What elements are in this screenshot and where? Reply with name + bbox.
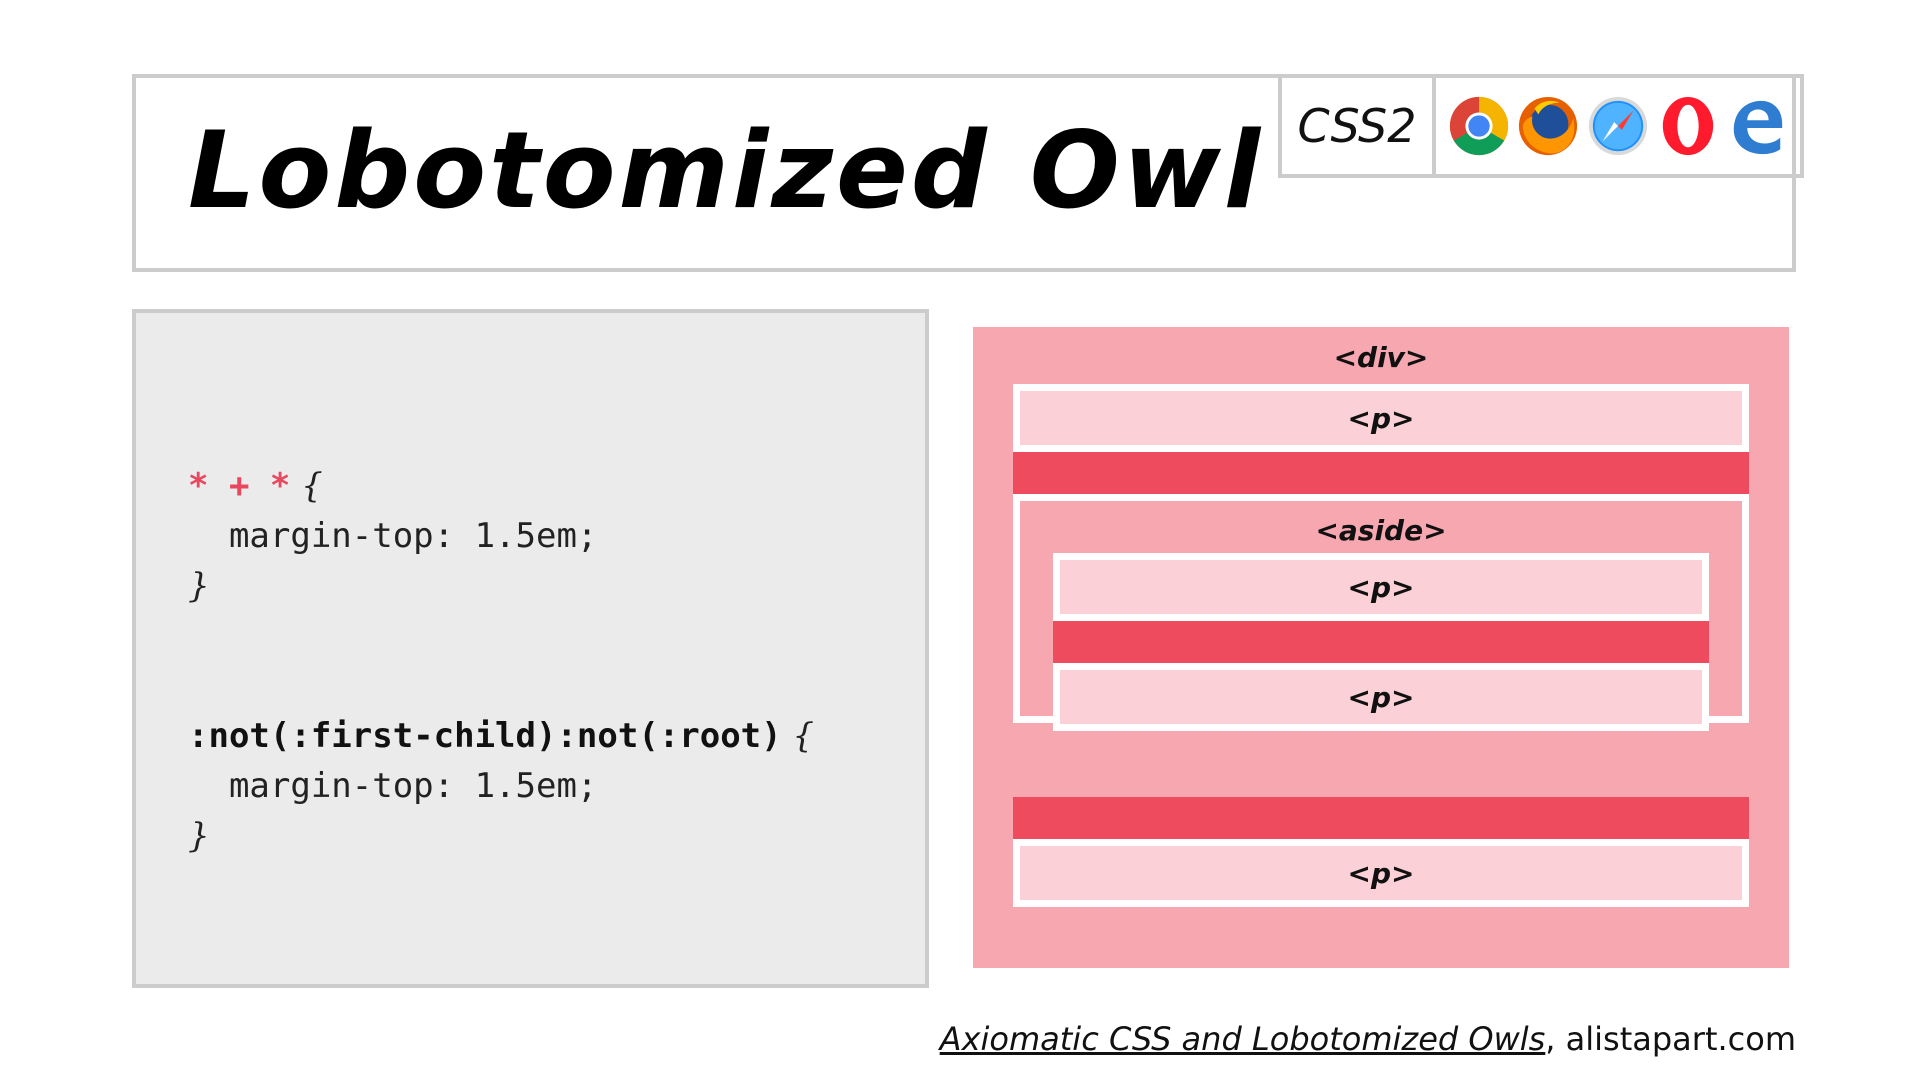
footer-citation: Axiomatic CSS and Lobotomized Owls, alis… — [940, 1020, 1796, 1058]
close-brace: } — [188, 566, 210, 606]
margin-gap-bar — [1013, 797, 1749, 839]
open-brace: { — [290, 466, 323, 506]
code-panel: * + * { margin-top: 1.5em; } :not(:first… — [132, 309, 929, 988]
safari-icon — [1587, 95, 1649, 157]
div-label: <div> — [1333, 341, 1429, 374]
margin-declaration: margin-top: 1.5em; — [188, 766, 598, 806]
page-title: Lobotomized Owl — [188, 109, 1264, 232]
aside-box: <aside> <p> <p> — [1013, 494, 1749, 731]
margin-gap-bar — [1053, 621, 1709, 663]
chrome-icon — [1448, 95, 1510, 157]
source-site: , alistapart.com — [1545, 1020, 1796, 1058]
firefox-icon — [1517, 95, 1579, 157]
title-box: Lobotomized Owl CSS2 — [132, 74, 1804, 272]
aside-label: <aside> — [1315, 514, 1447, 547]
not-selector: :not(:first-child):not(:root) — [188, 716, 782, 756]
close-brace: } — [188, 816, 210, 856]
open-brace: { — [781, 716, 815, 756]
css-version-badge: CSS2 — [1278, 74, 1436, 178]
paragraph-box: <p> — [1013, 384, 1749, 452]
margin-declaration: margin-top: 1.5em; — [188, 516, 598, 556]
owl-selector: * + * — [188, 466, 291, 506]
paragraph-box: <p> — [1053, 553, 1709, 621]
code-block-not: :not(:first-child):not(:root) { margin-t… — [188, 711, 814, 861]
edge-icon — [1726, 95, 1788, 157]
browser-support-badges — [1432, 74, 1804, 178]
margin-gap-bar — [1013, 452, 1749, 494]
article-link[interactable]: Axiomatic CSS and Lobotomized Owls — [940, 1020, 1546, 1058]
paragraph-box: <p> — [1053, 663, 1709, 731]
opera-icon — [1657, 95, 1719, 157]
code-block-owl: * + * { margin-top: 1.5em; } — [188, 461, 597, 611]
layout-diagram: <div> <p> <aside> <p> <p> <p> — [973, 327, 1789, 968]
paragraph-box: <p> — [1013, 839, 1749, 907]
